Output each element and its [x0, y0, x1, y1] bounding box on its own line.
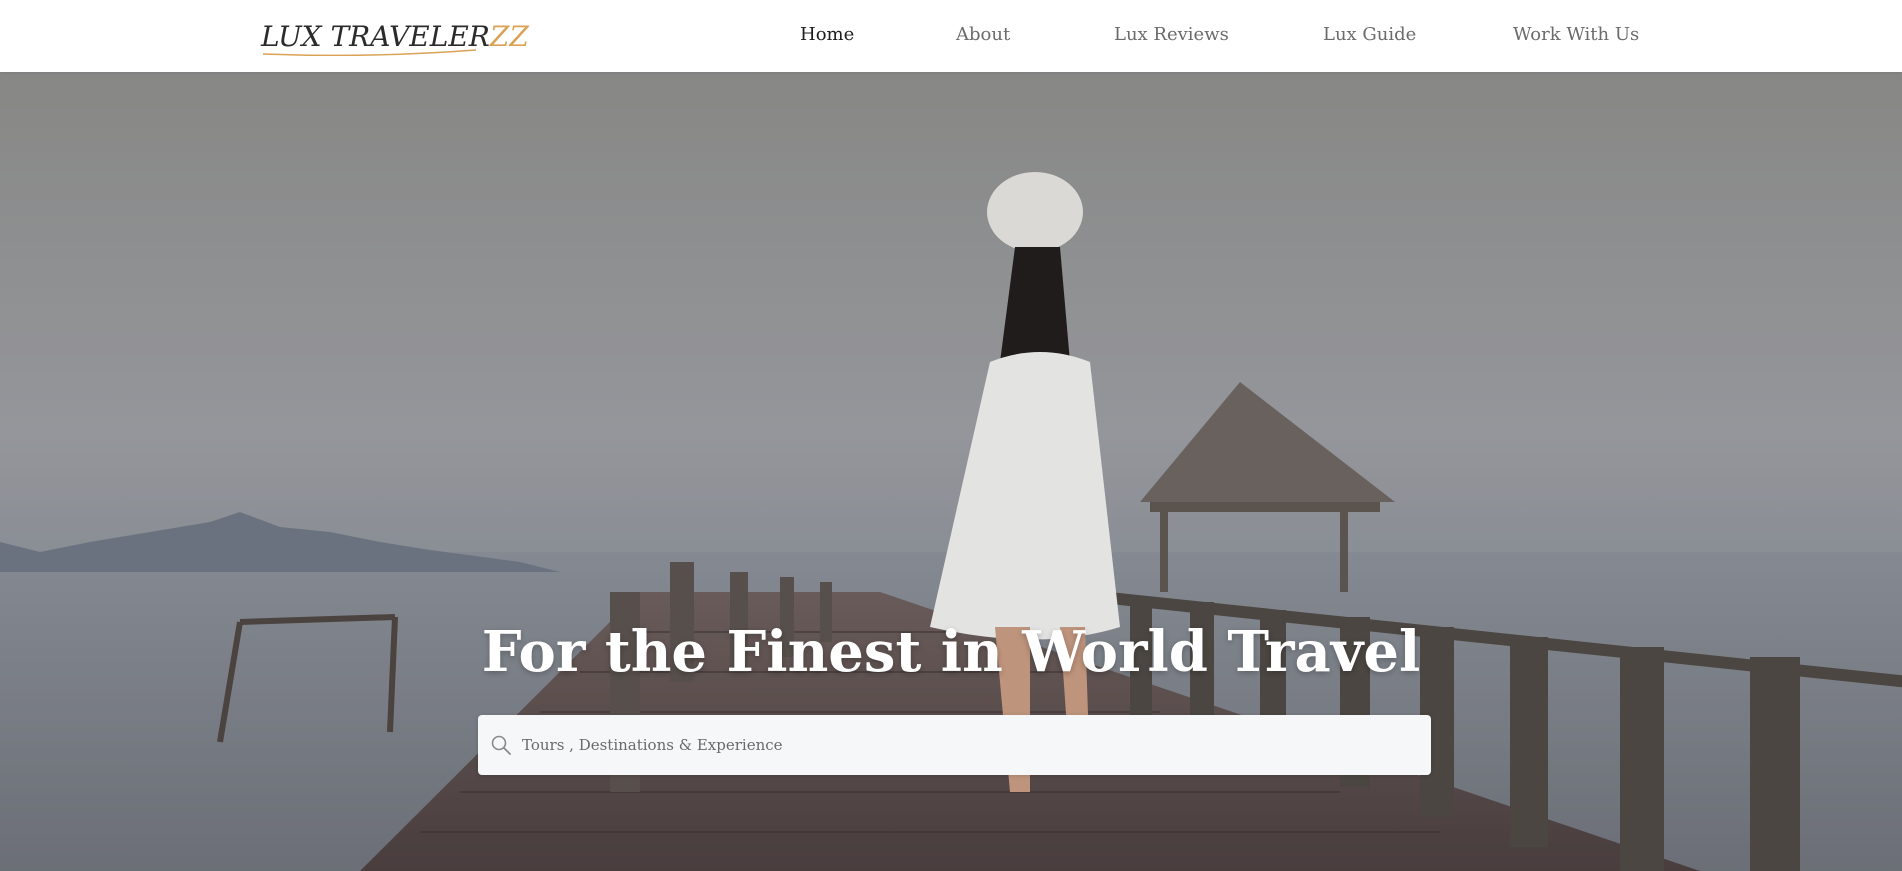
search-icon [491, 735, 511, 755]
nav-lux-guide[interactable]: Lux Guide [1323, 24, 1416, 45]
search-box[interactable] [478, 715, 1431, 775]
site-logo[interactable]: LUX TRAVELER ZZ [261, 18, 529, 57]
logo-accent-text: ZZ [489, 19, 529, 53]
nav-work-with-us[interactable]: Work With Us [1513, 24, 1639, 45]
hero-title: For the Finest in World Travel [481, 619, 1421, 685]
logo-swoosh-icon [262, 49, 477, 57]
nav-about[interactable]: About [956, 24, 1010, 45]
nav-home[interactable]: Home [800, 24, 854, 45]
site-header: LUX TRAVELER ZZ Home About Lux Reviews Lu… [0, 0, 1902, 72]
hero-section: For the Finest in World Travel [0, 72, 1902, 871]
search-input[interactable] [522, 715, 1412, 775]
nav-lux-reviews[interactable]: Lux Reviews [1114, 24, 1229, 45]
